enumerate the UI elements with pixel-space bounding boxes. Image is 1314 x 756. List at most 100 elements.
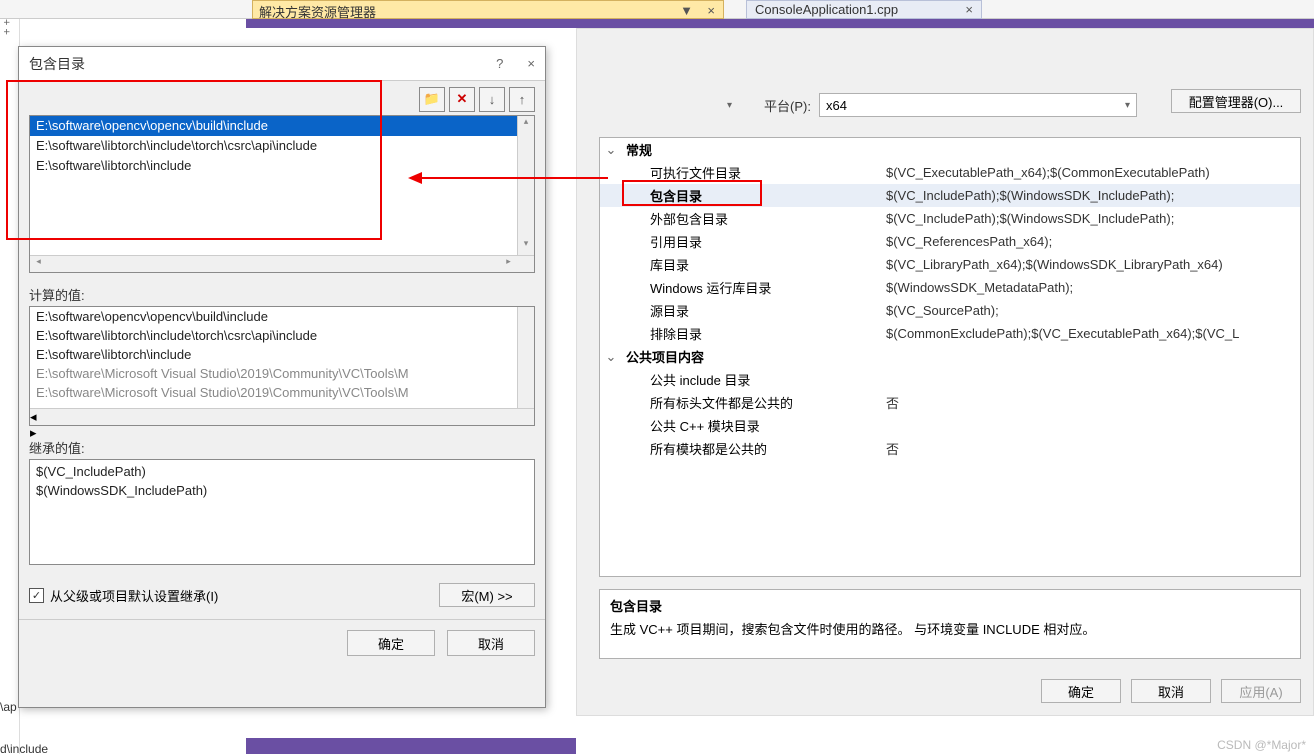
- cancel-button[interactable]: 取消: [1131, 679, 1211, 703]
- inherit-checkbox[interactable]: ✓ 从父级或项目默认设置继承(I): [29, 586, 218, 605]
- property-help: 包含目录 生成 VC++ 项目期间，搜索包含文件时使用的路径。 与环境变量 IN…: [599, 589, 1301, 659]
- file-tab-label: ConsoleApplication1.cpp: [755, 2, 898, 17]
- prop-key: 公共 include 目录: [622, 370, 880, 389]
- move-down-button[interactable]: ↓: [479, 87, 505, 112]
- property-row[interactable]: 所有标头文件都是公共的否: [600, 391, 1300, 414]
- prop-val[interactable]: $(VC_ExecutablePath_x64);$(CommonExecuta…: [880, 165, 1300, 180]
- scroll-up-icon[interactable]: ▴: [518, 116, 534, 133]
- platform-value: x64: [826, 98, 847, 113]
- cancel-button[interactable]: 取消: [447, 630, 535, 656]
- scroll-right-icon[interactable]: ▸: [30, 425, 534, 441]
- collapse-icon[interactable]: ⌄: [600, 349, 622, 365]
- platform-combo[interactable]: x64 ▾: [819, 93, 1137, 117]
- include-list[interactable]: E:\software\opencv\opencv\build\include …: [29, 115, 535, 273]
- horizontal-scrollbar[interactable]: ◂▸: [30, 408, 534, 425]
- list-item: $(VC_IncludePath): [36, 462, 528, 481]
- ok-button[interactable]: 确定: [1041, 679, 1121, 703]
- apply-button[interactable]: 应用(A): [1221, 679, 1301, 703]
- list-item[interactable]: E:\software\libtorch\include: [30, 156, 534, 176]
- prop-val[interactable]: 否: [880, 439, 1300, 458]
- help-icon[interactable]: ?: [496, 56, 503, 71]
- prop-key: 库目录: [622, 255, 880, 274]
- vertical-scrollbar[interactable]: [517, 307, 534, 408]
- prop-val[interactable]: $(WindowsSDK_MetadataPath);: [880, 280, 1300, 295]
- property-row[interactable]: 外部包含目录$(VC_IncludePath);$(WindowsSDK_Inc…: [600, 207, 1300, 230]
- move-up-button[interactable]: ↑: [509, 87, 535, 112]
- scroll-left-icon[interactable]: ◂: [30, 409, 534, 425]
- ide-left-margin: + +: [0, 19, 20, 754]
- delete-icon: ✕: [457, 91, 468, 107]
- ide-chrome: [246, 738, 576, 754]
- list-item[interactable]: E:\software\opencv\opencv\build\include: [30, 116, 534, 136]
- property-row[interactable]: 可执行文件目录$(VC_ExecutablePath_x64);$(Common…: [600, 161, 1300, 184]
- prop-val[interactable]: $(VC_ReferencesPath_x64);: [880, 234, 1300, 249]
- prop-val[interactable]: $(CommonExcludePath);$(VC_ExecutablePath…: [880, 326, 1300, 341]
- property-row[interactable]: 公共 C++ 模块目录: [600, 414, 1300, 437]
- prop-key: 源目录: [622, 301, 880, 320]
- collapse-icon[interactable]: ⌄: [600, 142, 622, 158]
- list-item: E:\software\Microsoft Visual Studio\2019…: [30, 383, 534, 402]
- prop-val[interactable]: $(VC_SourcePath);: [880, 303, 1300, 318]
- text-snippet: \ap: [0, 700, 17, 714]
- prop-key: 所有模块都是公共的: [622, 439, 880, 458]
- dialog-buttons: 确定 取消: [19, 619, 545, 666]
- property-row[interactable]: 库目录$(VC_LibraryPath_x64);$(WindowsSDK_Li…: [600, 253, 1300, 276]
- category-row[interactable]: ⌄ 公共项目内容: [600, 345, 1300, 368]
- scroll-left-icon[interactable]: ◂: [30, 256, 47, 273]
- property-grid[interactable]: ⌄ 常规 可执行文件目录$(VC_ExecutablePath_x64);$(C…: [599, 137, 1301, 577]
- file-tab[interactable]: ConsoleApplication1.cpp ×: [746, 0, 982, 19]
- prop-key: 所有标头文件都是公共的: [622, 393, 880, 412]
- prop-key: 外部包含目录: [622, 209, 880, 228]
- ok-button[interactable]: 确定: [347, 630, 435, 656]
- arrow-down-icon: ↓: [489, 92, 496, 107]
- include-dirs-dialog: 包含目录 ? × 📁 ✕ ↓ ↑ E:\software\opencv\open…: [18, 46, 546, 708]
- solution-explorer-tab[interactable]: 解决方案资源管理器 📌 ▼ ×: [252, 0, 724, 19]
- property-row[interactable]: 引用目录$(VC_ReferencesPath_x64);: [600, 230, 1300, 253]
- scroll-down-icon[interactable]: ▾: [518, 238, 534, 255]
- folder-icon: 📁: [424, 91, 440, 107]
- prop-key: 引用目录: [622, 232, 880, 251]
- list-item: E:\software\opencv\opencv\build\include: [30, 307, 534, 326]
- horizontal-scrollbar[interactable]: ◂▸: [30, 255, 534, 272]
- list-toolbar: 📁 ✕ ↓ ↑: [19, 81, 545, 113]
- scroll-right-icon[interactable]: ▸: [500, 256, 517, 273]
- dialog-buttons: 确定 取消 应用(A): [1041, 679, 1301, 703]
- close-icon[interactable]: ×: [527, 56, 535, 71]
- prop-val[interactable]: $(VC_IncludePath);$(WindowsSDK_IncludePa…: [880, 211, 1300, 226]
- dialog-title: 包含目录: [29, 54, 85, 74]
- config-manager-button[interactable]: 配置管理器(O)...: [1171, 89, 1301, 113]
- vertical-scrollbar[interactable]: ▴▾: [517, 116, 534, 255]
- list-item: E:\software\libtorch\include\torch\csrc\…: [30, 326, 534, 345]
- prop-val[interactable]: $(VC_IncludePath);$(WindowsSDK_IncludePa…: [880, 188, 1300, 203]
- list-item[interactable]: E:\software\libtorch\include\torch\csrc\…: [30, 136, 534, 156]
- delete-button[interactable]: ✕: [449, 87, 475, 112]
- macros-button[interactable]: 宏(M) >>: [439, 583, 535, 607]
- prop-key: 包含目录: [622, 186, 880, 205]
- prop-key: 排除目录: [622, 324, 880, 343]
- close-icon[interactable]: ×: [965, 2, 973, 17]
- property-row-include-dirs[interactable]: 包含目录$(VC_IncludePath);$(WindowsSDK_Inclu…: [600, 184, 1300, 207]
- property-row[interactable]: 源目录$(VC_SourcePath);: [600, 299, 1300, 322]
- ide-chrome: [246, 19, 1314, 28]
- chevron-down-icon[interactable]: ▾: [727, 100, 732, 111]
- prop-val[interactable]: $(VC_LibraryPath_x64);$(WindowsSDK_Libra…: [880, 257, 1300, 272]
- prop-val[interactable]: 否: [880, 393, 1300, 412]
- prop-key: 公共 C++ 模块目录: [622, 416, 880, 435]
- property-row[interactable]: 公共 include 目录: [600, 368, 1300, 391]
- solution-explorer-label: 解决方案资源管理器: [259, 5, 376, 20]
- dropdown-icon[interactable]: ▼: [680, 3, 693, 18]
- checkbox-icon: ✓: [29, 588, 44, 603]
- close-icon[interactable]: ×: [707, 3, 715, 18]
- inherit-checkbox-label: 从父级或项目默认设置继承(I): [50, 586, 218, 605]
- property-row[interactable]: Windows 运行库目录$(WindowsSDK_MetadataPath);: [600, 276, 1300, 299]
- category-label: 常规: [622, 140, 880, 159]
- property-row[interactable]: 所有模块都是公共的否: [600, 437, 1300, 460]
- list-item: $(WindowsSDK_IncludePath): [36, 481, 528, 500]
- property-row[interactable]: 排除目录$(CommonExcludePath);$(VC_Executable…: [600, 322, 1300, 345]
- category-row[interactable]: ⌄ 常规: [600, 138, 1300, 161]
- new-folder-button[interactable]: 📁: [419, 87, 445, 112]
- calculated-values-label: 计算的值:: [29, 285, 535, 304]
- calculated-values-list[interactable]: E:\software\opencv\opencv\build\include …: [29, 306, 535, 426]
- dialog-titlebar: 包含目录 ? ×: [19, 47, 545, 81]
- watermark: CSDN @*Major*: [1217, 738, 1306, 752]
